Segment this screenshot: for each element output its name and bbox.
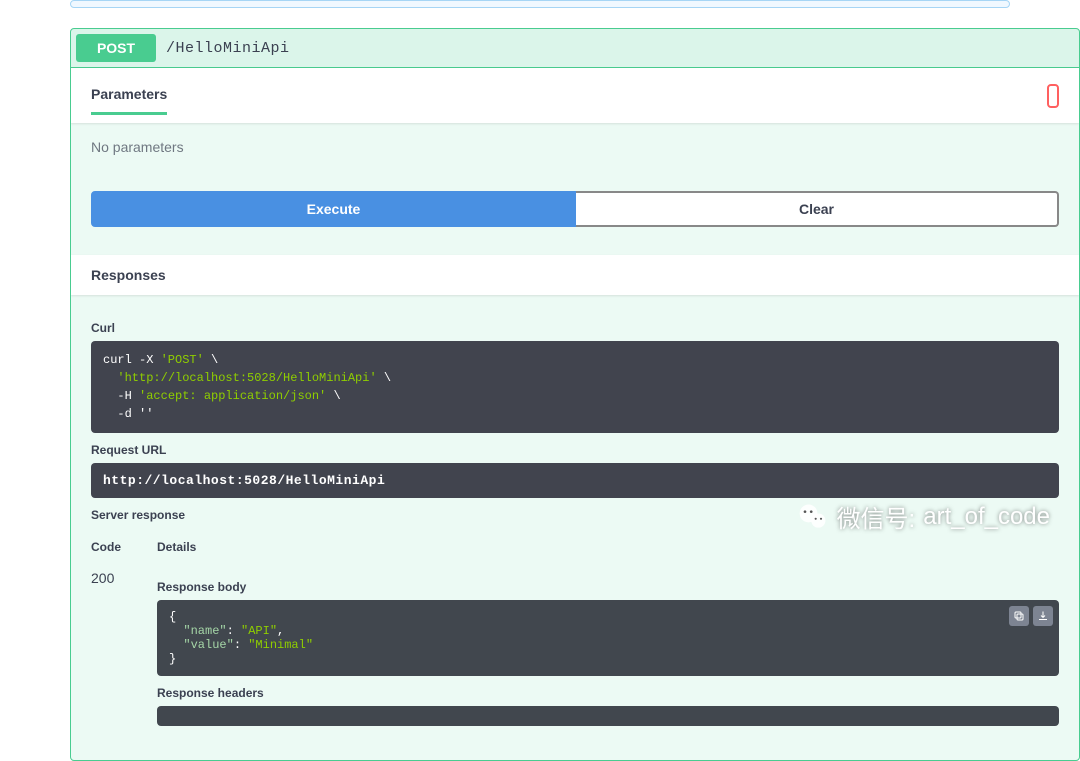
responses-title: Responses <box>91 267 1059 283</box>
operation-summary[interactable]: POST /HelloMiniApi <box>71 29 1079 68</box>
no-parameters-text: No parameters <box>91 139 1059 155</box>
curl-label: Curl <box>91 321 1059 335</box>
parameters-header: Parameters <box>71 68 1079 123</box>
endpoint-path: /HelloMiniApi <box>156 40 300 57</box>
operation-block-post: POST /HelloMiniApi Parameters No paramet… <box>70 28 1080 761</box>
clear-button[interactable]: Clear <box>576 191 1059 227</box>
wechat-icon <box>797 501 829 533</box>
col-header-code: Code <box>91 540 157 554</box>
http-method-badge: POST <box>76 34 156 62</box>
response-headers-label: Response headers <box>157 686 1059 700</box>
response-row-200: 200 Response body { "name": "API", "valu… <box>91 562 1059 744</box>
download-icon[interactable] <box>1033 606 1053 626</box>
tab-parameters[interactable]: Parameters <box>91 76 167 115</box>
parameters-container: No parameters <box>71 123 1079 171</box>
watermark-label: 微信号: <box>837 499 916 534</box>
cancel-button-edge[interactable] <box>1047 84 1059 108</box>
execute-button[interactable]: Execute <box>91 191 576 227</box>
execute-wrapper: Execute Clear <box>71 171 1079 247</box>
response-body-label: Response body <box>157 580 1059 594</box>
copy-controls <box>1009 606 1053 626</box>
previous-block-edge <box>70 0 1010 8</box>
request-url-block[interactable]: http://localhost:5028/HelloMiniApi <box>91 463 1059 498</box>
response-body-block[interactable]: { "name": "API", "value": "Minimal" } <box>157 600 1059 676</box>
responses-section-header: Responses <box>71 255 1079 295</box>
watermark: 微信号: art_of_code <box>797 499 1050 534</box>
status-code: 200 <box>91 570 157 736</box>
col-header-details: Details <box>157 540 1059 554</box>
curl-codeblock[interactable]: curl -X 'POST' \ 'http://localhost:5028/… <box>91 341 1059 433</box>
watermark-handle: art_of_code <box>923 503 1050 531</box>
response-headers-block[interactable] <box>157 706 1059 726</box>
copy-icon[interactable] <box>1009 606 1029 626</box>
request-url-label: Request URL <box>91 443 1059 457</box>
